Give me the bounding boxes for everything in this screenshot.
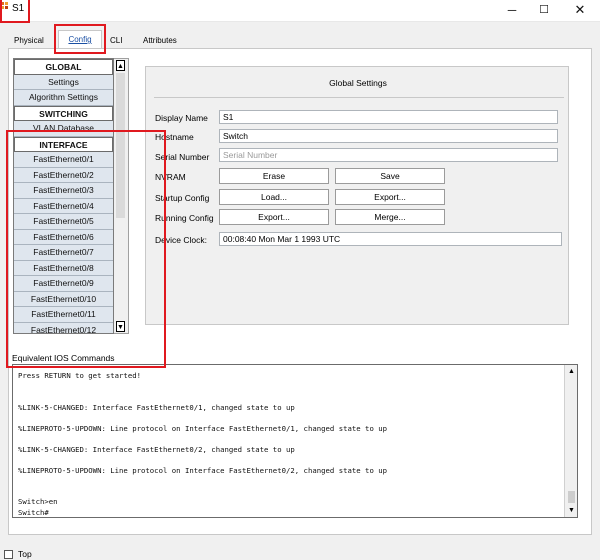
tab-cli[interactable]: CLI: [106, 33, 126, 48]
nav-item-fastethernet0-2[interactable]: FastEthernet0/2: [14, 167, 113, 183]
console-line: %LINEPROTO-5-UPDOWN: Line protocol on In…: [18, 423, 388, 433]
serial-number-label: Serial Number: [155, 152, 210, 162]
nav-item-fastethernet0-11[interactable]: FastEthernet0/11: [14, 307, 113, 323]
erase-button[interactable]: Erase: [219, 168, 329, 184]
device-clock-field: 00:08:40 Mon Mar 1 1993 UTC: [219, 232, 562, 246]
minimize-icon[interactable]: ─: [494, 0, 530, 22]
nav-heading-switching: SWITCHING: [14, 105, 113, 121]
nav-item-fastethernet0-9[interactable]: FastEthernet0/9: [14, 276, 113, 292]
top-checkbox[interactable]: [4, 550, 13, 559]
nav-item-fastethernet0-10[interactable]: FastEthernet0/10: [14, 291, 113, 307]
running-config-label: Running Config: [155, 213, 214, 223]
console-line: Switch#: [18, 507, 49, 517]
nav-heading-interface: INTERFACE: [14, 136, 113, 152]
scroll-thumb[interactable]: [568, 491, 575, 503]
load-button[interactable]: Load...: [219, 189, 329, 205]
serial-number-field[interactable]: Serial Number: [219, 148, 558, 162]
console-output: Press RETURN to get started! %LINK-5-CHA…: [18, 371, 566, 517]
device-clock-label: Device Clock:: [155, 235, 207, 245]
scroll-down-icon[interactable]: ▼: [116, 321, 125, 332]
nav-item-fastethernet0-3[interactable]: FastEthernet0/3: [14, 183, 113, 199]
scroll-down-icon[interactable]: ▼: [567, 505, 576, 516]
nav-item-fastethernet0-6[interactable]: FastEthernet0/6: [14, 229, 113, 245]
maximize-icon[interactable]: ☐: [526, 0, 562, 22]
console-line: %LINEPROTO-5-UPDOWN: Line protocol on In…: [18, 465, 388, 475]
divider: [154, 97, 564, 98]
running-export-button[interactable]: Export...: [219, 209, 329, 225]
ios-console[interactable]: Press RETURN to get started! %LINK-5-CHA…: [12, 364, 578, 518]
startup-export-button[interactable]: Export...: [335, 189, 445, 205]
nav-item-fastethernet0-1[interactable]: FastEthernet0/1: [14, 152, 113, 168]
hostname-label: Hostname: [155, 132, 194, 142]
tab-attributes[interactable]: Attributes: [139, 33, 181, 48]
window-title: S1: [12, 3, 25, 14]
global-settings-title: Global Settings: [329, 78, 387, 88]
config-nav-list: GLOBAL Settings Algorithm Settings SWITC…: [13, 58, 114, 334]
merge-button[interactable]: Merge...: [335, 209, 445, 225]
nav-item-fastethernet0-4[interactable]: FastEthernet0/4: [14, 198, 113, 214]
nav-item-fastethernet0-12[interactable]: FastEthernet0/12: [14, 322, 113, 333]
nav-item-fastethernet0-5[interactable]: FastEthernet0/5: [14, 214, 113, 230]
nvram-label: NVRAM: [155, 172, 186, 182]
hostname-field[interactable]: Switch: [219, 129, 558, 143]
scroll-up-icon[interactable]: ▲: [116, 60, 125, 71]
startup-config-label: Startup Config: [155, 193, 210, 203]
nav-item-fastethernet0-8[interactable]: FastEthernet0/8: [14, 260, 113, 276]
save-button[interactable]: Save: [335, 168, 445, 184]
display-name-label: Display Name: [155, 113, 208, 123]
tab-config[interactable]: Config: [58, 30, 102, 49]
ios-commands-label: Equivalent IOS Commands: [12, 353, 115, 363]
nav-heading-global: GLOBAL: [14, 59, 113, 75]
scroll-thumb[interactable]: [116, 73, 125, 218]
nav-item-algorithm-settings[interactable]: Algorithm Settings: [14, 90, 113, 106]
title-bar: S1 ─ ☐ ✕: [0, 0, 600, 22]
device-icon: [1, 2, 8, 9]
scroll-up-icon[interactable]: ▲: [567, 366, 576, 377]
top-label: Top: [18, 549, 32, 559]
console-line: Press RETURN to get started!: [18, 371, 142, 380]
nav-scrollbar[interactable]: ▲ ▼: [114, 58, 129, 334]
nav-item-fastethernet0-7[interactable]: FastEthernet0/7: [14, 245, 113, 261]
close-icon[interactable]: ✕: [562, 0, 598, 22]
nav-item-vlan-database[interactable]: VLAN Database: [14, 121, 113, 137]
console-scrollbar[interactable]: ▲ ▼: [564, 365, 577, 517]
nav-item-settings[interactable]: Settings: [14, 74, 113, 90]
display-name-field[interactable]: S1: [219, 110, 558, 124]
tab-physical[interactable]: Physical: [10, 33, 48, 48]
console-line: %LINK-5-CHANGED: Interface FastEthernet0…: [18, 444, 295, 454]
console-line: %LINK-5-CHANGED: Interface FastEthernet0…: [18, 402, 295, 412]
global-settings-panel: Global Settings Display Name S1 Hostname…: [145, 66, 569, 325]
console-line: Switch>en: [18, 497, 58, 506]
